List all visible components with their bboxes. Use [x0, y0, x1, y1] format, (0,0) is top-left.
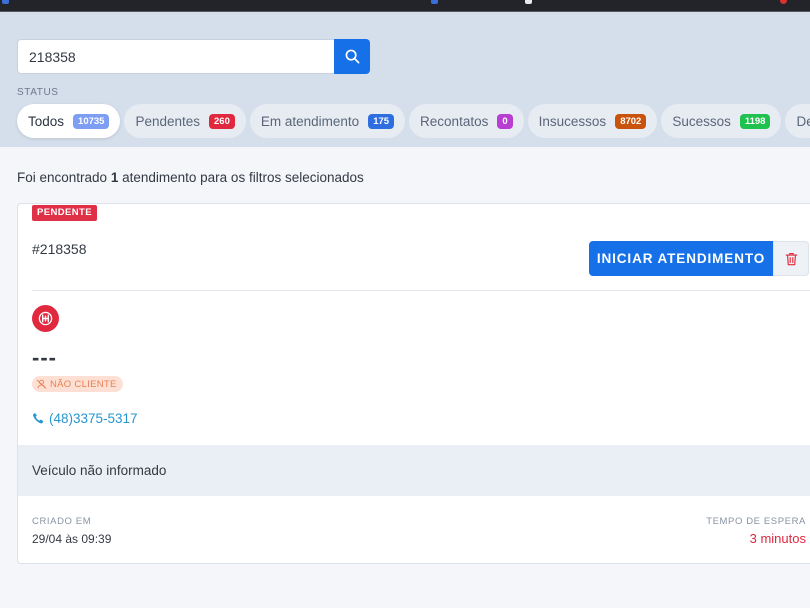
count-badge: 10735: [73, 113, 110, 129]
company-logo-icon: [32, 305, 59, 332]
tab-recontatos[interactable]: Recontatos 0: [409, 104, 524, 138]
tab-insucessos[interactable]: Insucessos 8702: [527, 104, 658, 138]
results-suffix: atendimento para os filtros selecionados: [122, 170, 364, 185]
search-icon: [345, 49, 359, 64]
tab-label: Sucessos: [672, 113, 731, 129]
count-badge: 1198: [739, 113, 771, 129]
wait-time-label: TEMPO DE ESPERA: [706, 516, 806, 527]
ticket-card: PENDENTE #218358 INICIAR ATENDIMENTO ---…: [17, 203, 810, 564]
tab-label: Pendentes: [135, 113, 201, 129]
delete-button[interactable]: [773, 241, 809, 276]
tab-favicon-icon: [525, 0, 532, 4]
phone-link[interactable]: (48)3375-5317: [32, 411, 138, 426]
browser-top-bar: [0, 0, 810, 12]
status-badge: PENDENTE: [32, 205, 97, 221]
start-service-button[interactable]: INICIAR ATENDIMENTO: [589, 241, 773, 276]
status-tabs: Todos 10735 Pendentes 260 Em atendimento…: [17, 104, 810, 138]
results-summary: Foi encontrado 1 atendimento para os fil…: [17, 170, 364, 185]
not-client-badge: NÃO CLIENTE: [32, 376, 123, 392]
filter-panel: STATUS Todos 10735 Pendentes 260 Em aten…: [0, 12, 810, 147]
tab-favicon-icon: [2, 0, 9, 4]
card-divider: [32, 290, 810, 291]
created-value: 29/04 às 09:39: [32, 532, 112, 546]
tab-label: Em atendimento: [260, 113, 360, 129]
vehicle-section: Veículo não informado: [18, 445, 810, 496]
wait-time-value: 3 minutos: [749, 531, 806, 546]
count-badge: 0: [497, 113, 513, 129]
tab-label: Recontatos: [420, 113, 489, 129]
tab-label: Desca: [796, 113, 810, 129]
tab-todos[interactable]: Todos 10735: [17, 104, 121, 138]
search-input[interactable]: [17, 39, 335, 74]
phone-icon: [32, 412, 44, 424]
trash-icon: [785, 252, 797, 265]
status-filter-label: STATUS: [17, 87, 59, 98]
created-label: CRIADO EM: [32, 516, 92, 527]
tab-pendentes[interactable]: Pendentes 260: [124, 104, 246, 138]
not-client-label: NÃO CLIENTE: [50, 378, 117, 390]
client-name: ---: [32, 345, 57, 370]
phone-number: (48)3375-5317: [49, 411, 138, 426]
results-prefix: Foi encontrado: [17, 170, 108, 185]
count-badge: 8702: [615, 113, 647, 129]
tab-label: Insucessos: [538, 113, 607, 129]
count-badge: 260: [209, 113, 235, 129]
vehicle-info: Veículo não informado: [32, 463, 167, 478]
count-badge: 175: [368, 113, 395, 129]
tab-favicon-icon: [780, 0, 787, 4]
ticket-id: #218358: [32, 241, 87, 257]
user-slash-icon: [36, 379, 47, 389]
search-button[interactable]: [334, 39, 370, 74]
tab-descartados[interactable]: Desca: [785, 104, 810, 138]
tab-sucessos[interactable]: Sucessos 1198: [661, 104, 782, 138]
tab-favicon-icon: [431, 0, 438, 4]
results-count: 1: [110, 170, 119, 185]
tab-em-atendimento[interactable]: Em atendimento 175: [249, 104, 406, 138]
tab-label: Todos: [28, 113, 65, 129]
